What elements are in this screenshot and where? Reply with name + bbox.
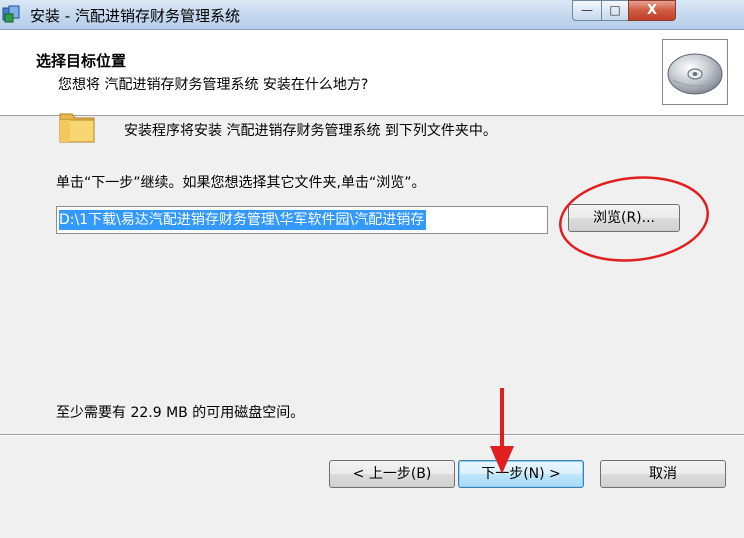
minimize-button[interactable]: — <box>572 0 602 21</box>
minimize-icon: — <box>581 3 593 17</box>
page-subtitle: 您想将 汽配进销存财务管理系统 安装在什么地方? <box>58 77 369 93</box>
close-button[interactable]: X <box>628 0 676 21</box>
close-icon: X <box>646 3 658 18</box>
footer-divider <box>0 434 744 436</box>
install-path-value: D:\1下载\易达汽配进销存财务管理\华军软件园\汽配进销存 <box>59 210 427 230</box>
disk-space-text: 至少需要有 22.9 MB 的可用磁盘空间。 <box>56 405 305 421</box>
cd-disc-icon <box>662 39 728 105</box>
browse-button[interactable]: 浏览(R)... <box>568 204 680 232</box>
intro-text: 安装程序将安装 汽配进销存财务管理系统 到下列文件夹中。 <box>124 123 497 139</box>
setup-app-icon <box>2 5 20 23</box>
page-title: 选择目标位置 <box>36 52 127 70</box>
back-button[interactable]: < 上一步(B) <box>329 460 455 488</box>
maximize-icon: □ <box>609 3 621 17</box>
folder-icon <box>59 113 95 143</box>
wizard-header: 选择目标位置 您想将 汽配进销存财务管理系统 安装在什么地方? <box>0 30 744 116</box>
next-button[interactable]: 下一步(N) > <box>458 460 584 488</box>
window-title: 安装 - 汽配进销存财务管理系统 <box>30 7 240 25</box>
instruction-text: 单击“下一步”继续。如果您想选择其它文件夹,单击“浏览”。 <box>56 175 426 191</box>
cancel-button[interactable]: 取消 <box>600 460 726 488</box>
title-bar[interactable]: 安装 - 汽配进销存财务管理系统 — □ X <box>0 0 744 30</box>
install-path-input[interactable]: D:\1下载\易达汽配进销存财务管理\华军软件园\汽配进销存 <box>56 206 548 234</box>
maximize-button[interactable]: □ <box>601 0 629 21</box>
